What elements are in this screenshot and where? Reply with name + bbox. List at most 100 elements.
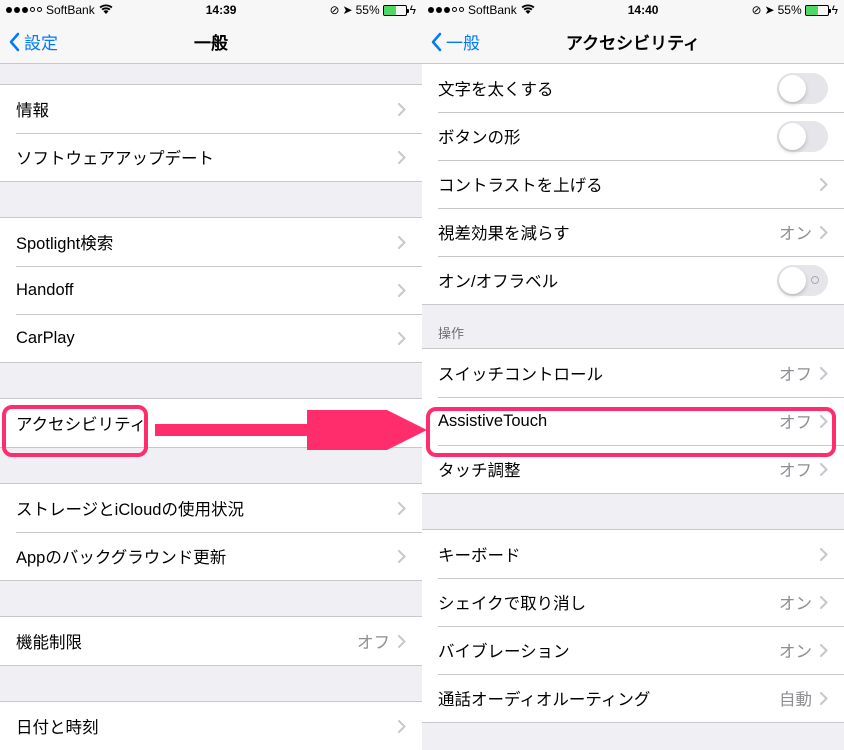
row-label: 情報 <box>16 97 398 121</box>
nav-bar: 設定 一般 <box>0 20 422 64</box>
row-label: 文字を太くする <box>438 76 777 100</box>
row-label: 機能制限 <box>16 629 357 653</box>
row-label: スイッチコントロール <box>438 361 779 385</box>
toggle-onoff-labels[interactable] <box>777 265 828 296</box>
row-label: Handoff <box>16 281 398 300</box>
row-label: オン/オフラベル <box>438 268 777 292</box>
status-time: 14:40 <box>628 3 659 17</box>
battery-icon <box>383 5 407 16</box>
row-label: コントラストを上げる <box>438 172 820 196</box>
battery-percent: 55% <box>356 3 380 17</box>
row-label: キーボード <box>438 542 820 566</box>
row-button-shapes[interactable]: ボタンの形 <box>422 112 844 160</box>
back-button[interactable]: 一般 <box>422 29 480 54</box>
chevron-right-icon <box>820 548 828 561</box>
chevron-right-icon <box>398 236 406 249</box>
row-increase-contrast[interactable]: コントラストを上げる <box>422 160 844 208</box>
wifi-icon <box>521 4 535 17</box>
lock-icon: ⊘ <box>751 3 761 17</box>
row-info[interactable]: 情報 <box>0 85 422 133</box>
chevron-right-icon <box>820 226 828 239</box>
row-storage[interactable]: ストレージとiCloudの使用状況 <box>0 484 422 532</box>
chevron-right-icon <box>398 635 406 648</box>
signal-icon <box>428 7 464 13</box>
row-assistive-touch[interactable]: AssistiveTouch オフ <box>422 397 844 445</box>
row-value: オン <box>779 638 812 662</box>
row-label: タッチ調整 <box>438 457 779 481</box>
battery-percent: 55% <box>778 3 802 17</box>
chevron-left-icon <box>430 32 442 52</box>
row-label: Spotlight検索 <box>16 230 398 254</box>
content-scroll[interactable]: 文字を太くする ボタンの形 コントラストを上げる 視差効果を減らす オン オン/… <box>422 64 844 750</box>
chevron-right-icon <box>820 367 828 380</box>
page-title: 一般 <box>0 29 422 54</box>
row-accessibility[interactable]: アクセシビリティ <box>0 399 422 447</box>
chevron-right-icon <box>820 463 828 476</box>
back-label: 設定 <box>24 29 58 54</box>
row-value: オフ <box>779 409 812 433</box>
chevron-right-icon <box>398 720 406 733</box>
row-label: 日付と時刻 <box>16 714 398 738</box>
wifi-icon <box>99 4 113 17</box>
status-bar: SoftBank 14:39 ⊘ ➤ 55% ϟ <box>0 0 422 20</box>
row-touch-accom[interactable]: タッチ調整 オフ <box>422 445 844 493</box>
chevron-right-icon <box>398 284 406 297</box>
row-bg-refresh[interactable]: Appのバックグラウンド更新 <box>0 532 422 580</box>
row-value: 自動 <box>779 686 812 710</box>
row-label: ソフトウェアアップデート <box>16 145 398 169</box>
charging-icon: ϟ <box>832 3 838 17</box>
row-keyboard[interactable]: キーボード <box>422 530 844 578</box>
row-label: ストレージとiCloudの使用状況 <box>16 496 398 520</box>
chevron-right-icon <box>820 644 828 657</box>
toggle-button-shapes[interactable] <box>777 121 828 152</box>
row-reduce-motion[interactable]: 視差効果を減らす オン <box>422 208 844 256</box>
back-label: 一般 <box>446 29 480 54</box>
row-datetime[interactable]: 日付と時刻 <box>0 702 422 750</box>
row-carplay[interactable]: CarPlay <box>0 314 422 362</box>
row-value: オン <box>779 590 812 614</box>
chevron-right-icon <box>820 596 828 609</box>
row-label: CarPlay <box>16 329 398 348</box>
chevron-right-icon <box>398 151 406 164</box>
back-button[interactable]: 設定 <box>0 29 58 54</box>
row-label: アクセシビリティ <box>16 411 398 435</box>
row-software-update[interactable]: ソフトウェアアップデート <box>0 133 422 181</box>
row-shake-undo[interactable]: シェイクで取り消し オン <box>422 578 844 626</box>
left-screen: SoftBank 14:39 ⊘ ➤ 55% ϟ 設定 一般 情報 <box>0 0 422 750</box>
row-vibration[interactable]: バイブレーション オン <box>422 626 844 674</box>
row-switch-control[interactable]: スイッチコントロール オフ <box>422 349 844 397</box>
row-onoff-labels[interactable]: オン/オフラベル <box>422 256 844 304</box>
chevron-left-icon <box>8 32 20 52</box>
carrier-label: SoftBank <box>46 3 95 17</box>
location-icon: ➤ <box>343 3 353 17</box>
signal-icon <box>6 7 42 13</box>
section-header-interaction: 操作 <box>422 305 844 348</box>
row-bold-text[interactable]: 文字を太くする <box>422 64 844 112</box>
chevron-right-icon <box>820 415 828 428</box>
chevron-right-icon <box>398 550 406 563</box>
chevron-right-icon <box>398 502 406 515</box>
row-label: AssistiveTouch <box>438 412 779 431</box>
row-call-audio[interactable]: 通話オーディオルーティング 自動 <box>422 674 844 722</box>
row-spotlight[interactable]: Spotlight検索 <box>0 218 422 266</box>
content-scroll[interactable]: 情報 ソフトウェアアップデート Spotlight検索 Handoff CarP… <box>0 64 422 750</box>
right-screen: SoftBank 14:40 ⊘ ➤ 55% ϟ 一般 アクセシビリティ 文字を… <box>422 0 844 750</box>
row-label: 通話オーディオルーティング <box>438 686 779 710</box>
row-value: オフ <box>357 629 390 653</box>
row-value: オフ <box>779 361 812 385</box>
row-label: シェイクで取り消し <box>438 590 779 614</box>
row-label: ボタンの形 <box>438 124 777 148</box>
lock-icon: ⊘ <box>329 3 339 17</box>
row-value: オフ <box>779 457 812 481</box>
row-restrictions[interactable]: 機能制限 オフ <box>0 617 422 665</box>
row-label: バイブレーション <box>438 638 779 662</box>
chevron-right-icon <box>820 178 828 191</box>
chevron-right-icon <box>820 692 828 705</box>
page-title: アクセシビリティ <box>422 29 844 54</box>
nav-bar: 一般 アクセシビリティ <box>422 20 844 64</box>
chevron-right-icon <box>398 103 406 116</box>
battery-icon <box>805 5 829 16</box>
row-handoff[interactable]: Handoff <box>0 266 422 314</box>
toggle-bold-text[interactable] <box>777 73 828 104</box>
chevron-right-icon <box>398 332 406 345</box>
